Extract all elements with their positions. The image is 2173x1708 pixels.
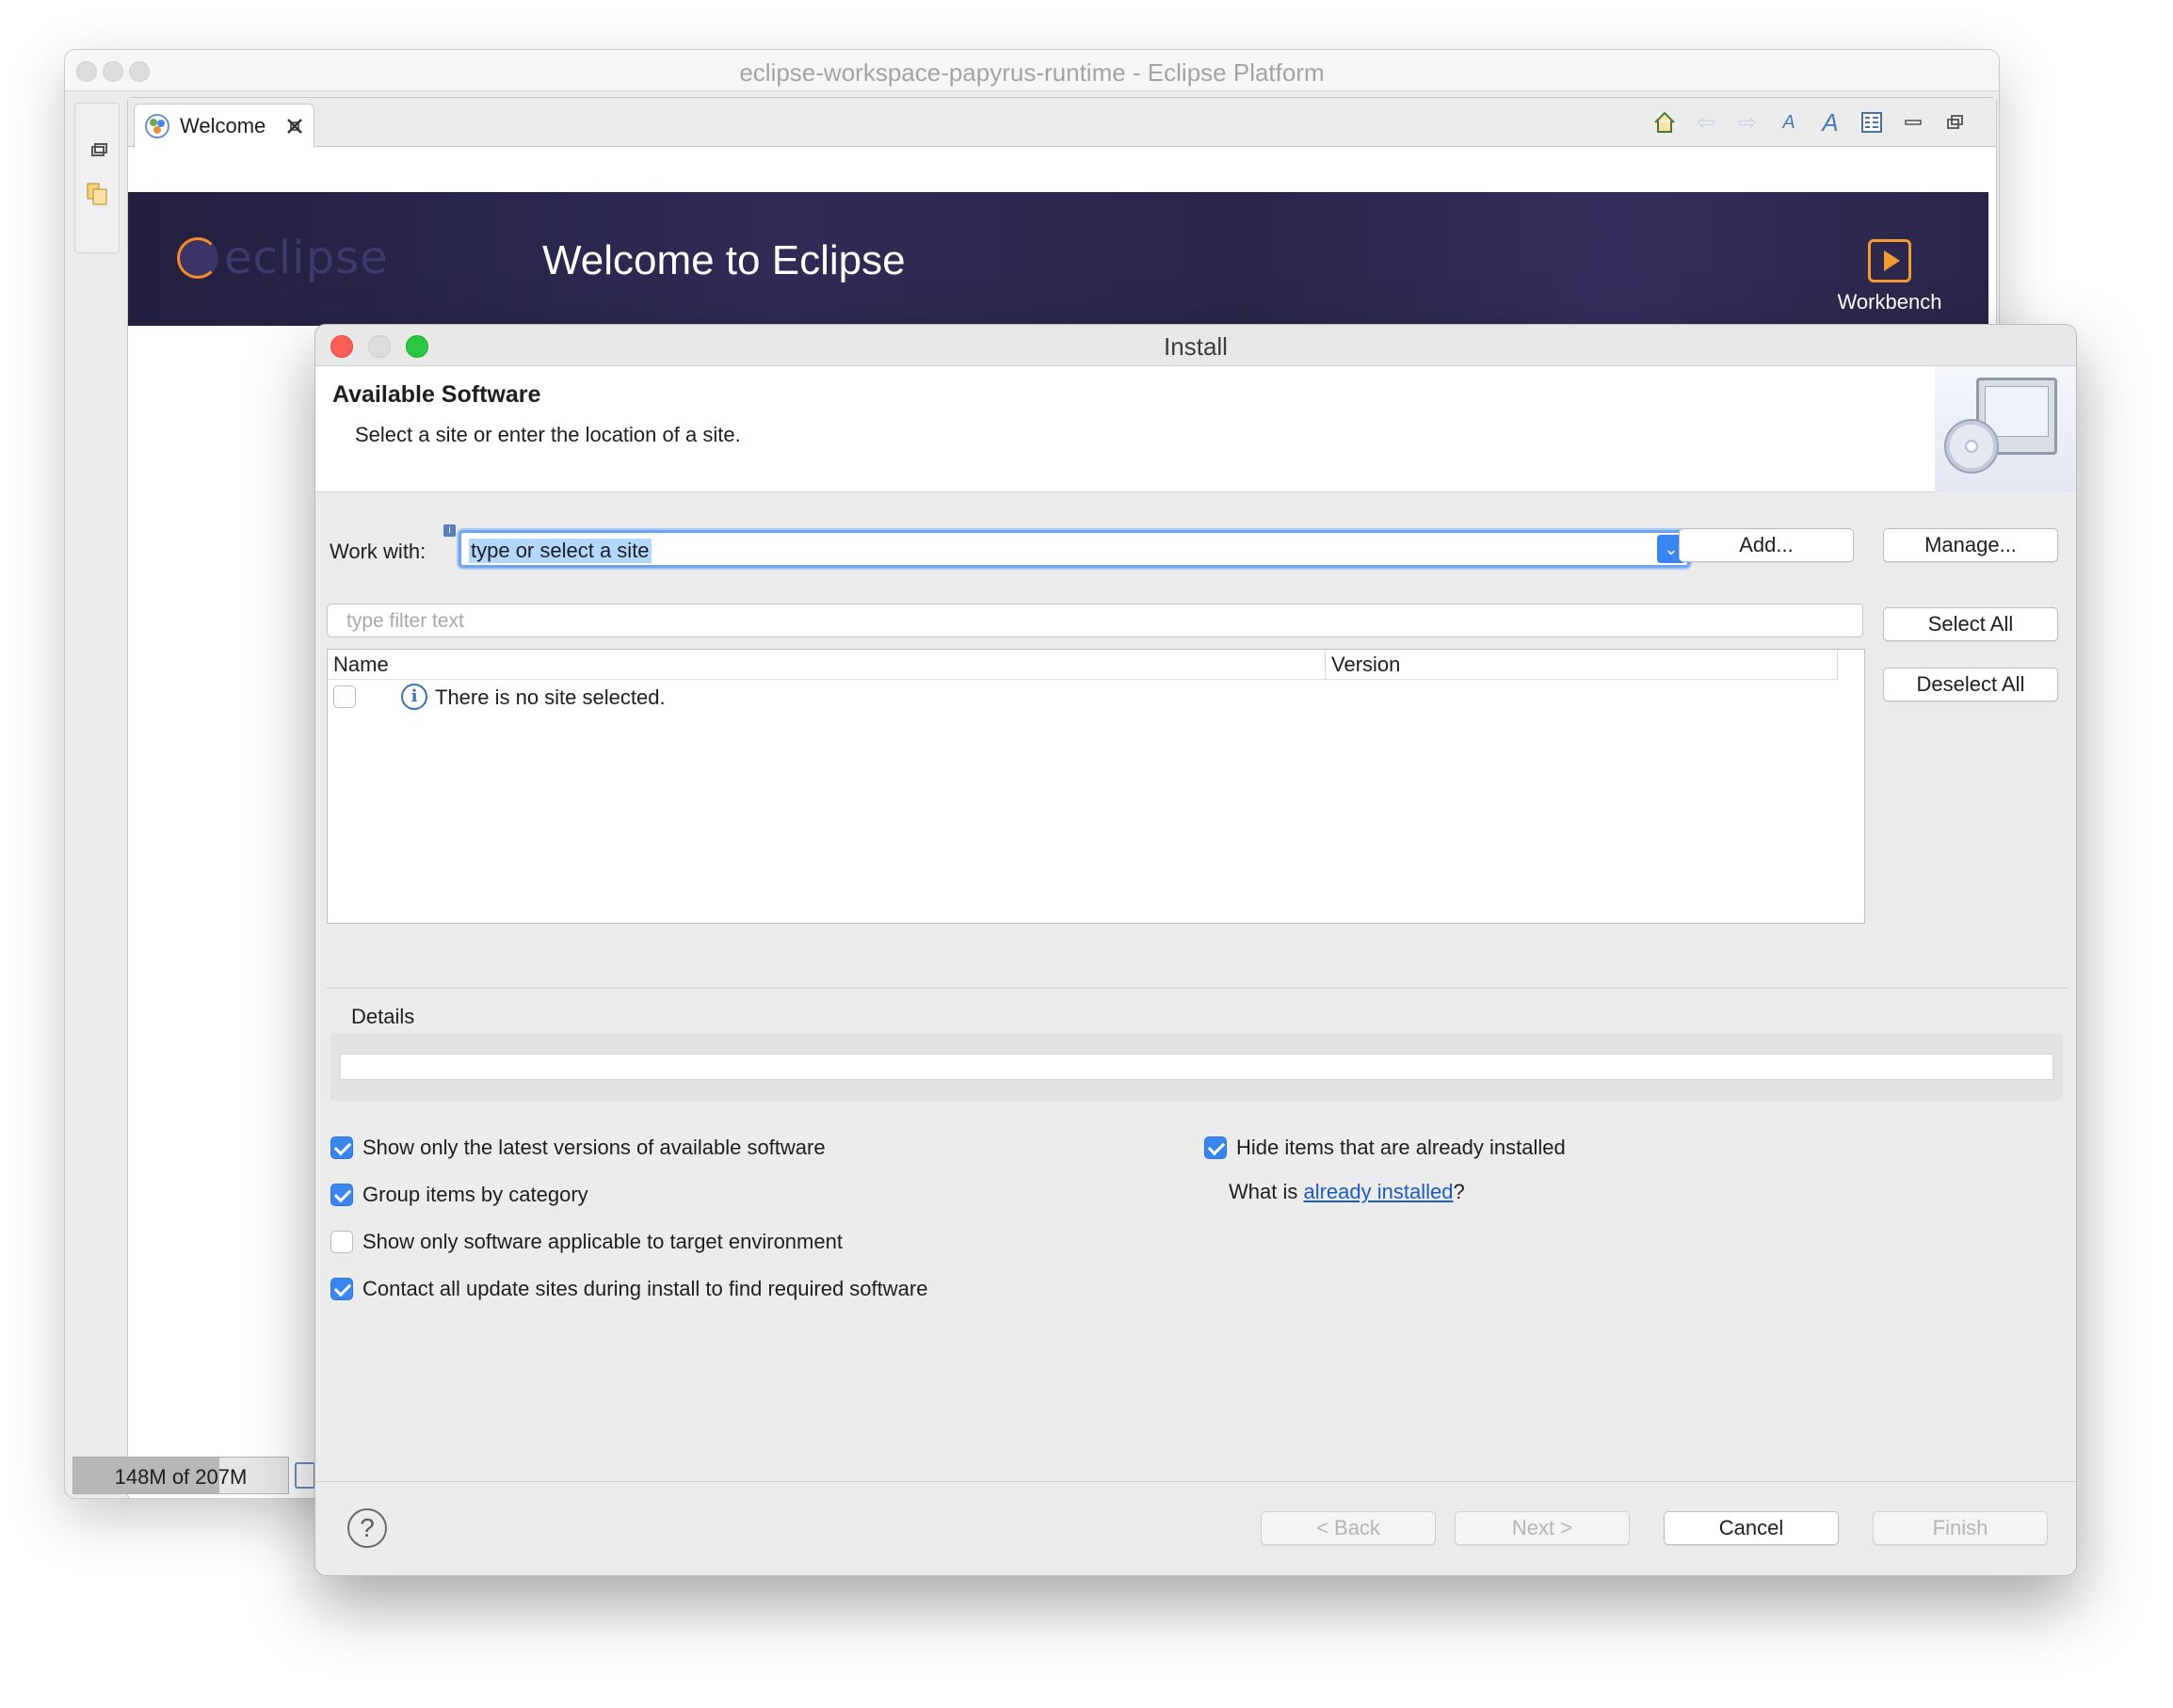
forward-arrow-icon[interactable]: ⇨ bbox=[1734, 109, 1761, 136]
status-bar: 148M of 207M bbox=[65, 1451, 315, 1494]
details-separator bbox=[327, 988, 2068, 989]
details-group bbox=[330, 1033, 2063, 1101]
select-all-button[interactable]: Select All bbox=[1883, 607, 2058, 641]
column-header-name[interactable]: Name bbox=[328, 650, 1326, 680]
row-checkbox[interactable] bbox=[333, 685, 356, 708]
already-installed-link[interactable]: already installed bbox=[1303, 1180, 1453, 1203]
increase-font-icon[interactable]: A bbox=[1817, 108, 1843, 137]
workbench-button[interactable]: Workbench bbox=[1828, 239, 1951, 314]
contact-update-sites-label[interactable]: Contact all update sites during install … bbox=[362, 1277, 927, 1301]
work-with-combo[interactable]: type or select a site ⌄ bbox=[459, 530, 1690, 568]
row-name: There is no site selected. bbox=[435, 685, 666, 709]
play-icon bbox=[1868, 239, 1911, 282]
manage-button[interactable]: Manage... bbox=[1883, 528, 2058, 562]
decrease-font-icon[interactable]: A bbox=[1776, 109, 1802, 136]
restore-icon[interactable] bbox=[85, 137, 111, 164]
what-is-installed-text: What is already installed? bbox=[1229, 1180, 1465, 1204]
contact-update-sites-checkbox[interactable] bbox=[330, 1278, 353, 1300]
back-button[interactable]: < Back bbox=[1261, 1511, 1436, 1545]
deselect-all-button[interactable]: Deselect All bbox=[1883, 668, 2058, 701]
latest-versions-label[interactable]: Show only the latest versions of availab… bbox=[362, 1136, 826, 1160]
table-row[interactable]: i There is no site selected. bbox=[328, 682, 1864, 714]
left-trim-bar bbox=[74, 103, 120, 253]
software-table[interactable]: Name Version i There is no site selected… bbox=[327, 649, 1865, 924]
welcome-icon bbox=[145, 114, 169, 138]
header-subtitle: Select a site or enter the location of a… bbox=[355, 423, 741, 446]
group-by-category-checkbox[interactable] bbox=[330, 1184, 353, 1206]
info-icon: i bbox=[401, 684, 427, 710]
footer-separator bbox=[315, 1481, 2076, 1482]
back-arrow-icon[interactable]: ⇦ bbox=[1693, 109, 1719, 136]
cd-disc-icon bbox=[1944, 419, 1999, 474]
package-explorer-icon[interactable] bbox=[85, 181, 111, 207]
minimize-view-icon[interactable] bbox=[1900, 109, 1926, 136]
install-wizard-icon bbox=[1935, 366, 2076, 492]
column-header-version[interactable]: Version bbox=[1326, 650, 1838, 680]
filter-placeholder: type filter text bbox=[346, 610, 464, 632]
customize-page-icon[interactable] bbox=[1859, 109, 1885, 136]
info-decoration-icon: i bbox=[443, 524, 456, 537]
main-window-title: eclipse-workspace-papyrus-runtime - Ecli… bbox=[739, 58, 1325, 87]
what-is-suffix: ? bbox=[1453, 1180, 1465, 1203]
close-tab-icon[interactable] bbox=[284, 116, 305, 137]
eclipse-logo-text: eclipse bbox=[224, 232, 389, 284]
target-environment-label[interactable]: Show only software applicable to target … bbox=[362, 1230, 843, 1254]
welcome-title: Welcome to Eclipse bbox=[542, 237, 906, 283]
editor-tabstrip: Welcome ⇦ ⇨ A A bbox=[128, 98, 1996, 148]
work-with-value: type or select a site bbox=[469, 539, 652, 563]
install-dialog: Install Available Software Select a site… bbox=[314, 324, 2077, 1576]
main-window-titlebar: eclipse-workspace-papyrus-runtime - Ecli… bbox=[65, 50, 1999, 91]
hide-installed-label[interactable]: Hide items that are already installed bbox=[1236, 1136, 1566, 1160]
heap-status[interactable]: 148M of 207M bbox=[72, 1457, 289, 1494]
maximize-view-icon[interactable] bbox=[1941, 109, 1968, 136]
dialog-titlebar: Install bbox=[315, 325, 2076, 366]
help-icon[interactable]: ? bbox=[347, 1508, 387, 1548]
workbench-label: Workbench bbox=[1837, 290, 1942, 314]
garbage-collect-icon[interactable] bbox=[295, 1462, 315, 1489]
work-with-label: Work with: bbox=[330, 540, 427, 563]
group-by-category-label[interactable]: Group items by category bbox=[362, 1183, 588, 1207]
hide-installed-checkbox[interactable] bbox=[1204, 1136, 1227, 1159]
what-is-prefix: What is bbox=[1229, 1180, 1304, 1203]
finish-button[interactable]: Finish bbox=[1873, 1511, 2048, 1545]
tab-welcome-label: Welcome bbox=[180, 114, 266, 137]
dialog-header: Available Software Select a site or ente… bbox=[315, 366, 2076, 492]
welcome-toolbar: ⇦ ⇨ A A bbox=[1651, 108, 1968, 137]
filter-input[interactable]: type filter text bbox=[327, 604, 1863, 637]
next-button[interactable]: Next > bbox=[1455, 1511, 1630, 1545]
header-title: Available Software bbox=[332, 381, 541, 408]
add-button[interactable]: Add... bbox=[1679, 528, 1854, 562]
latest-versions-checkbox[interactable] bbox=[330, 1136, 353, 1159]
tab-welcome[interactable]: Welcome bbox=[134, 104, 314, 148]
welcome-banner: eclipse Welcome to Eclipse Workbench bbox=[128, 192, 1988, 326]
target-environment-checkbox[interactable] bbox=[330, 1231, 353, 1253]
dialog-title: Install bbox=[1164, 332, 1228, 361]
home-icon[interactable] bbox=[1651, 109, 1678, 136]
eclipse-logo-icon bbox=[177, 237, 218, 279]
details-text bbox=[340, 1054, 2053, 1080]
cancel-button[interactable]: Cancel bbox=[1664, 1511, 1839, 1545]
details-label: Details bbox=[351, 1005, 415, 1028]
eclipse-logo: eclipse bbox=[177, 232, 389, 284]
